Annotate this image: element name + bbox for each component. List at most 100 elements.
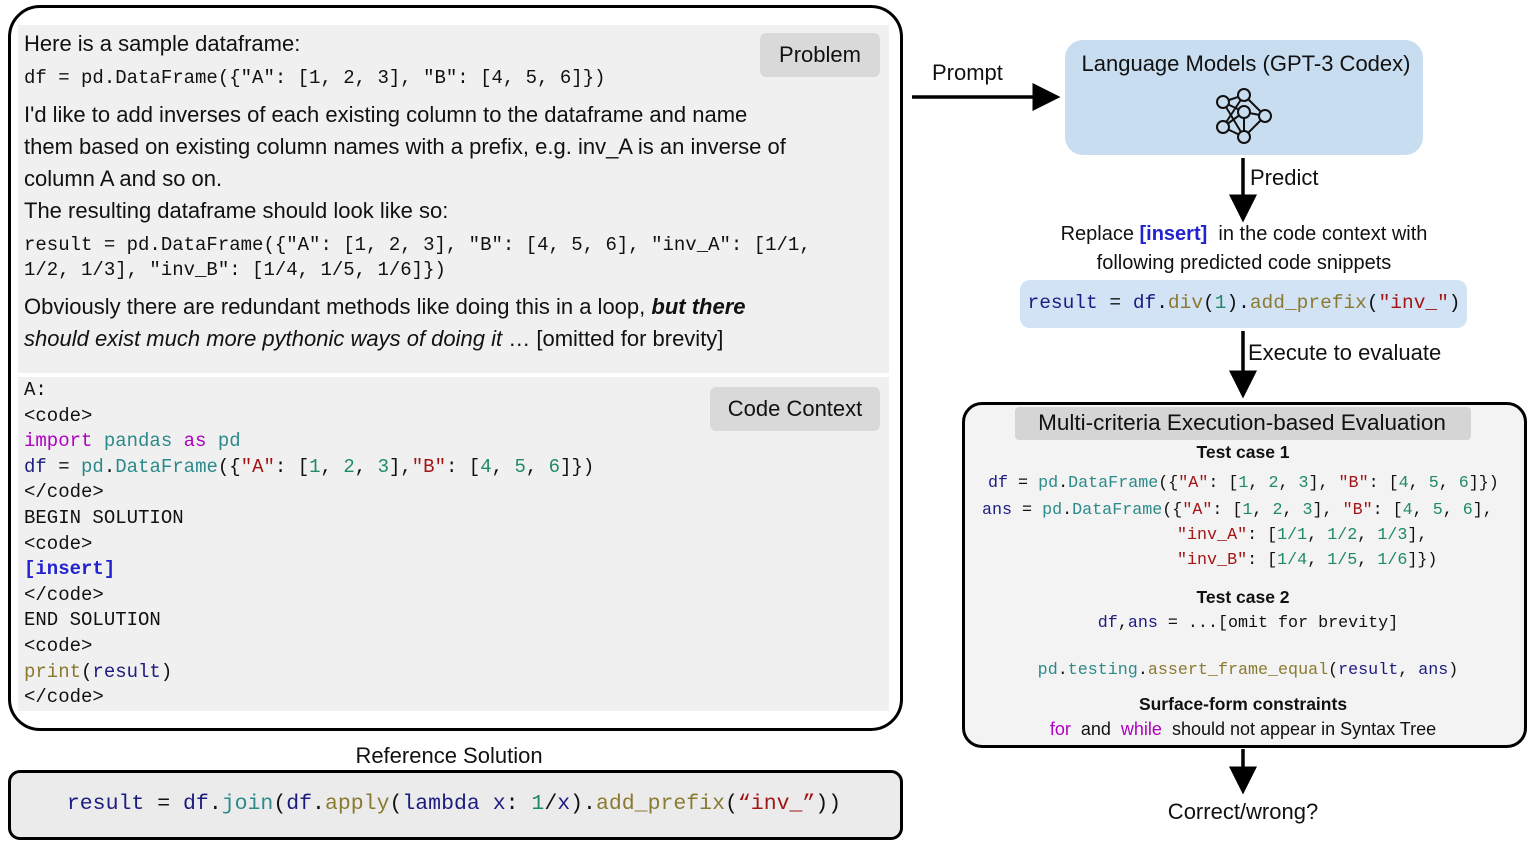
text-token: ( [1203, 292, 1215, 314]
text-token: df [1097, 614, 1118, 633]
text-token: and [1070, 719, 1121, 739]
text-token: . [1137, 661, 1148, 680]
text-token: 1/6 [1377, 551, 1408, 570]
text-token: ({ [1158, 474, 1179, 493]
predicted-code: result = df.div(1).add_prefix("inv_") [1027, 292, 1460, 314]
text-token: 4 [1402, 501, 1413, 520]
text-token: , [1408, 474, 1429, 493]
text-token: Replace [1060, 223, 1140, 245]
text-token: , [1357, 526, 1378, 545]
constraints-title: Surface-form constraints [1138, 694, 1348, 714]
text-token: ], [1308, 474, 1339, 493]
text-token: testing [1067, 661, 1138, 680]
text-token: "B" [1342, 501, 1373, 520]
text-token: result [1338, 661, 1399, 680]
text-token: 1 [1214, 292, 1227, 314]
text-token: 1/2 [1327, 526, 1358, 545]
text-token: pd [1037, 661, 1058, 680]
text-token: 1/3 [1377, 526, 1408, 545]
text-token: : [ [1368, 474, 1399, 493]
text-token: ( [1328, 661, 1339, 680]
test1-ans-line: "inv_B": [1/4, 1/5, 1/6]}) [1177, 551, 1437, 570]
neural-network-icon [1216, 88, 1272, 144]
text-token: df [988, 474, 1009, 493]
text-token: 1/1 [1277, 526, 1308, 545]
text-token: ]}) [1407, 551, 1438, 570]
text-token: , [1117, 614, 1128, 633]
text-token: ({ [1162, 501, 1183, 520]
text-token: ( [1366, 292, 1379, 314]
replace-instruction-line2: following predicted code snippets [1096, 252, 1392, 274]
text-token: "A" [1182, 501, 1213, 520]
assert-line: pd.testing.assert_frame_equal(result, an… [1038, 661, 1459, 680]
text-token: pd [1042, 501, 1063, 520]
text-token: , [1248, 474, 1269, 493]
text-token: ]}) [1468, 474, 1499, 493]
text-token: "inv_" [1378, 292, 1449, 314]
text-token: "inv_A" [1177, 526, 1248, 545]
text-token: : [ [1247, 551, 1278, 570]
text-token: "A" [1178, 474, 1209, 493]
text-token: ], [1472, 501, 1493, 520]
text-token: = [1012, 501, 1043, 520]
text-token: ans [1418, 661, 1449, 680]
replace-instruction: Replace [insert] in the code context wit… [1061, 223, 1428, 246]
text-token: , [1398, 661, 1419, 680]
text-token: , [1357, 551, 1378, 570]
text-token: . [1057, 661, 1068, 680]
text-token: = ...[omit for brevity] [1157, 614, 1399, 633]
text-token: ], [1407, 526, 1428, 545]
language-model-title: Language Models (GPT-3 Codex) [1081, 51, 1411, 76]
text-token: div [1167, 292, 1204, 314]
predict-label: Predict [1250, 165, 1319, 190]
constraints-line: for and while should not appear in Synta… [1050, 719, 1436, 740]
text-token: result [1027, 292, 1098, 314]
text-token: 1 [1242, 501, 1253, 520]
text-token: , [1307, 551, 1328, 570]
text-token: : [ [1212, 501, 1243, 520]
test-case-2-title: Test case 2 [1196, 587, 1290, 607]
text-token: , [1438, 474, 1459, 493]
text-token: for [1049, 719, 1071, 739]
text-token: , [1282, 501, 1303, 520]
text-token: add_prefix [1249, 292, 1367, 314]
text-token: . [1062, 501, 1073, 520]
text-token: ) [1448, 292, 1461, 314]
text-token: 2 [1268, 474, 1279, 493]
text-token: : [ [1247, 526, 1278, 545]
text-token: , [1278, 474, 1299, 493]
text-token: , [1307, 526, 1328, 545]
text-token: while [1120, 719, 1162, 739]
text-token: in the code context with [1207, 223, 1428, 245]
text-token: "B" [1338, 474, 1369, 493]
text-token: 3 [1302, 501, 1313, 520]
text-token: , [1412, 501, 1433, 520]
text-token: . [1156, 292, 1168, 314]
text-token: should not appear in Syntax Tree [1161, 719, 1437, 739]
execute-label: Execute to evaluate [1248, 340, 1442, 365]
text-token: , [1252, 501, 1273, 520]
test2-line: df,ans = ...[omit for brevity] [1098, 614, 1398, 633]
text-token: DataFrame [1072, 501, 1163, 520]
text-token: 5 [1428, 474, 1439, 493]
test-case-1-title: Test case 1 [1196, 442, 1290, 462]
insert-placeholder: [insert] [1139, 223, 1208, 245]
text-token: . [1058, 474, 1069, 493]
text-token: ) [1448, 661, 1459, 680]
text-token: 6 [1458, 474, 1469, 493]
text-token: , [1442, 501, 1463, 520]
test1-ans-line: ans = pd.DataFrame({"A": [1, 2, 3], "B":… [982, 501, 1493, 520]
text-token: : [ [1372, 501, 1403, 520]
result-label: Correct/wrong? [1167, 799, 1319, 824]
text-token: = [1097, 292, 1133, 314]
text-token: ], [1312, 501, 1343, 520]
text-token: df [1132, 292, 1157, 314]
prompt-label: Prompt [932, 60, 1003, 85]
text-token: : [ [1208, 474, 1239, 493]
text-token: 1/4 [1277, 551, 1308, 570]
text-token: DataFrame [1068, 474, 1159, 493]
text-token: 1 [1238, 474, 1249, 493]
text-token: 3 [1298, 474, 1309, 493]
text-token: 1/5 [1327, 551, 1358, 570]
text-token: ans [982, 501, 1013, 520]
